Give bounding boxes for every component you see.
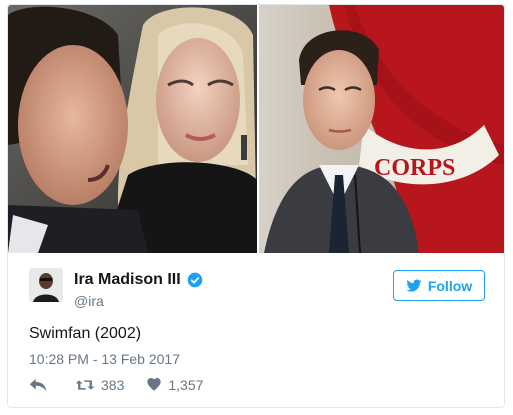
author-handle[interactable]: @ira [74,293,104,309]
photo-left[interactable] [8,5,257,253]
heart-icon [147,378,162,392]
tweet-actions: 383 1,357 [29,377,225,393]
reply-button[interactable] [29,378,53,392]
tweet-text: Swimfan (2002) [29,325,142,342]
tweet-media[interactable]: CORPS [8,5,504,253]
author-name-row[interactable]: Ira Madison III [74,271,203,289]
verified-badge-icon [187,272,203,288]
like-button[interactable]: 1,357 [146,377,203,393]
banner-text: CORPS [374,155,455,181]
photo-right[interactable]: CORPS [259,5,504,253]
follow-label: Follow [427,277,473,294]
author-avatar[interactable] [29,268,63,302]
tweet-card: CORPS Ira Madison III @ira Follow Swimfa… [7,4,505,408]
retweet-icon [75,380,95,390]
follow-button[interactable]: Follow [393,270,485,301]
retweet-count: 383 [101,377,125,393]
tweet-timestamp[interactable]: 10:28 PM - 13 Feb 2017 [29,351,180,367]
author-name[interactable]: Ira Madison III [74,271,181,289]
retweet-button[interactable]: 383 [75,377,124,393]
twitter-bird-icon [406,278,422,292]
like-count: 1,357 [168,377,204,393]
reply-icon [29,379,47,391]
